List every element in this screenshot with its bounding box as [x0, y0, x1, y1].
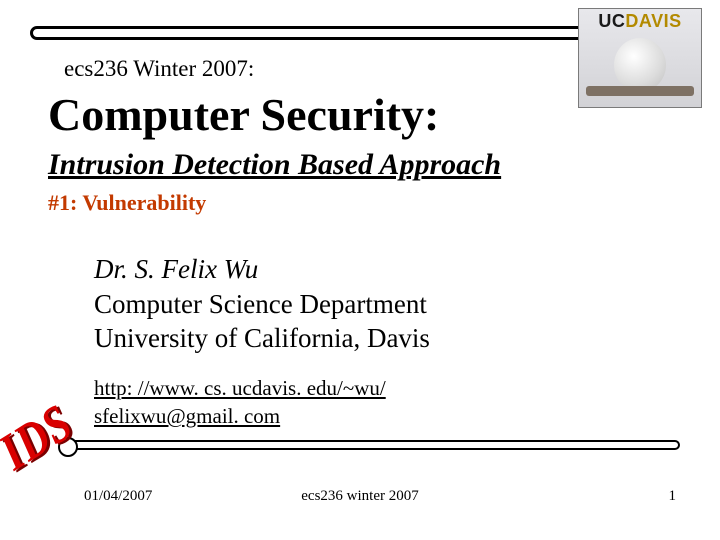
links-block: http: //www. cs. ucdavis. edu/~wu/ sfeli…	[94, 374, 386, 431]
author-univ: University of California, Davis	[94, 321, 430, 356]
ucdavis-logo: UCDAVIS	[578, 8, 702, 108]
page-title: Computer Security:	[48, 88, 439, 141]
ids-wordart: IDS	[0, 393, 83, 483]
footer-center: ecs236 winter 2007	[301, 488, 418, 505]
author-block: Dr. S. Felix Wu Computer Science Departm…	[94, 252, 430, 356]
author-name: Dr. S. Felix Wu	[94, 252, 430, 287]
author-dept: Computer Science Department	[94, 287, 430, 322]
email: sfelixwu@gmail. com	[94, 402, 386, 430]
footer: 01/04/2007 ecs236 winter 2007 1	[0, 488, 720, 505]
footer-date: 01/04/2007	[84, 488, 152, 505]
logo-text: UCDAVIS	[598, 11, 681, 32]
top-rule-decoration	[30, 26, 650, 40]
section-label: #1: Vulnerability	[48, 190, 206, 216]
logo-davis: DAVIS	[625, 11, 681, 31]
course-line: ecs236 Winter 2007:	[64, 56, 254, 82]
slide: UCDAVIS ecs236 Winter 2007: Computer Sec…	[0, 0, 720, 540]
egg-icon	[614, 38, 666, 92]
logo-uc: UC	[598, 11, 625, 31]
bottom-rule-decoration	[60, 440, 680, 450]
subtitle: Intrusion Detection Based Approach	[48, 148, 501, 182]
homepage-url: http: //www. cs. ucdavis. edu/~wu/	[94, 374, 386, 402]
footer-page: 1	[669, 488, 677, 505]
